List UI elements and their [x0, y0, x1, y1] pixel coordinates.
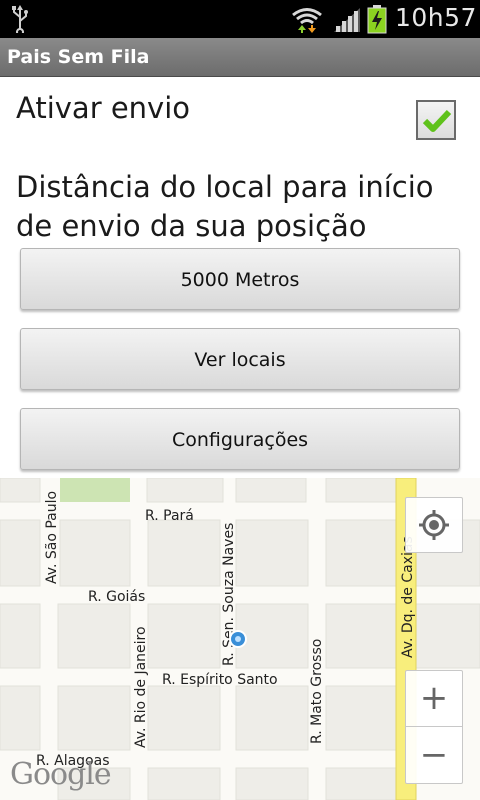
zoom-in-button[interactable]: +: [406, 671, 462, 727]
signal-strength-icon: [332, 6, 362, 38]
zoom-controls: + −: [405, 670, 463, 784]
current-location-marker: [229, 630, 247, 648]
street-label-espirito-santo: R. Espírito Santo: [162, 672, 278, 688]
settings-button[interactable]: Configurações: [20, 408, 460, 470]
wifi-icon: [290, 6, 324, 38]
street-label-sao-paulo: Av. São Paulo: [44, 491, 60, 584]
street-label-para: R. Pará: [145, 508, 194, 524]
zoom-out-button[interactable]: −: [406, 727, 462, 783]
usb-icon: [10, 5, 30, 37]
street-label-goias: R. Goiás: [88, 589, 145, 605]
view-locations-button[interactable]: Ver locais: [20, 328, 460, 390]
enable-sending-checkbox[interactable]: [416, 100, 456, 140]
app-title: Pais Sem Fila: [7, 46, 150, 68]
checkmark-icon: [422, 109, 452, 132]
my-location-button[interactable]: [405, 497, 463, 553]
street-label-duque-caxias: Av. Dq. de Caxias: [400, 536, 416, 658]
park-area: [60, 478, 130, 502]
google-logo: Google: [10, 757, 112, 792]
app-title-bar: Pais Sem Fila: [0, 38, 480, 77]
clock: 10h57: [395, 3, 477, 32]
status-bar: 10h57: [0, 0, 480, 38]
map-view[interactable]: R. Pará R. Goiás R. Espírito Santo R. Al…: [0, 478, 480, 800]
distance-button[interactable]: 5000 Metros: [20, 248, 460, 310]
battery-charging-icon: [366, 4, 388, 38]
street-label-mato-grosso: R. Mato Grosso: [309, 639, 325, 744]
enable-sending-label: Ativar envio: [16, 91, 191, 125]
crosshair-icon: [419, 510, 449, 540]
distance-label-line1: Distância do local para início: [16, 170, 434, 204]
street-label-rio-de-janeiro: Av. Rio de Janeiro: [133, 626, 149, 748]
distance-label-line2: de envio da sua posição: [16, 209, 367, 243]
